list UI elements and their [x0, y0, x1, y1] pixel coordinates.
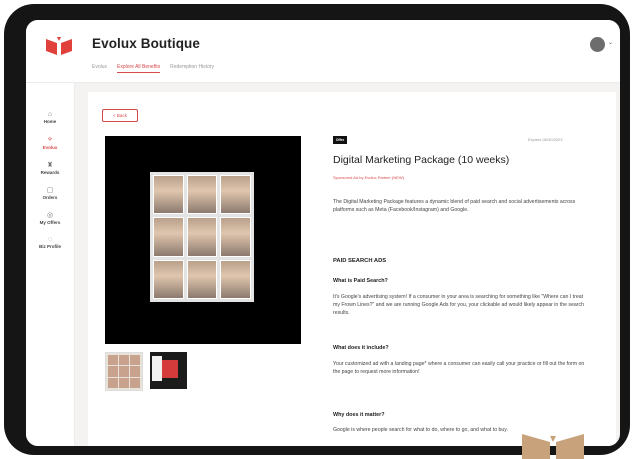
- sidebar-item-biz-profile[interactable]: ◌ Biz Profile: [26, 236, 74, 249]
- sidebar-item-label: Biz Profile: [38, 244, 61, 249]
- sidebar-item-evolux[interactable]: ⟡ Evolux: [26, 136, 74, 150]
- top-bar: Evolux Boutique Evolux Explore All Benef…: [26, 20, 620, 83]
- expiry-date: Expires 06/30/2023: [528, 137, 563, 142]
- question-paid-search: What is Paid Search?: [333, 278, 388, 284]
- answer-include: Your customized ad with a landing page* …: [333, 361, 585, 375]
- avatar[interactable]: [590, 37, 605, 52]
- sponsor-link[interactable]: Sponsored Ad by Evolux Partner (NEW): [333, 175, 404, 180]
- offers-icon: ◎: [46, 212, 54, 219]
- sidebar-item-home[interactable]: ⌂ Home: [26, 111, 74, 124]
- tab-bar: Evolux Explore All Benefits Redemption H…: [92, 64, 214, 73]
- image-thumbnail-1[interactable]: [105, 352, 143, 391]
- chevron-down-icon[interactable]: ⌄: [608, 39, 613, 46]
- offer-title: Digital Marketing Package (10 weeks): [333, 154, 510, 166]
- sidebar-item-label: Rewards: [40, 170, 60, 175]
- image-thumbnail-2[interactable]: [150, 352, 187, 389]
- tab-explore-all-benefits[interactable]: Explore All Benefits: [117, 64, 161, 73]
- tablet-frame: Evolux Boutique Evolux Explore All Benef…: [4, 4, 630, 455]
- offer-description: The Digital Marketing Package features a…: [333, 199, 576, 213]
- sidebar-item-label: Orders: [42, 195, 58, 200]
- profile-icon: ◌: [47, 236, 53, 243]
- offer-tag-badge: Offer: [333, 136, 347, 144]
- sidebar-item-label: My Offers: [39, 220, 61, 225]
- back-button[interactable]: < Back: [102, 109, 138, 122]
- sidebar-item-rewards[interactable]: ♜ Rewards: [26, 161, 74, 175]
- home-icon: ⌂: [47, 111, 53, 118]
- offer-main-image[interactable]: [105, 136, 301, 344]
- photo-grid: [150, 172, 254, 302]
- evolux-icon: ⟡: [47, 136, 53, 143]
- sidebar-item-label: Evolux: [42, 145, 58, 150]
- question-matter: Why does it matter?: [333, 412, 385, 418]
- sidebar-item-my-offers[interactable]: ◎ My Offers: [26, 211, 74, 225]
- brand-title: Evolux Boutique: [92, 36, 201, 51]
- app-screen: Evolux Boutique Evolux Explore All Benef…: [26, 20, 620, 446]
- tab-redemption-history[interactable]: Redemption History: [170, 64, 214, 73]
- question-include: What does it include?: [333, 345, 389, 351]
- answer-paid-search: It's Google's advertising system! If a c…: [333, 294, 584, 316]
- brand-logo-icon: [46, 37, 72, 55]
- section-heading: PAID SEARCH ADS: [333, 258, 387, 264]
- offer-detail-panel: < Back Offer Expires 06/30/2023 Digital …: [88, 92, 616, 446]
- sidebar: ⌂ Home ⟡ Evolux ♜ Rewards ▢ Orders ◎ My …: [26, 83, 75, 446]
- sidebar-item-label: Home: [43, 119, 57, 124]
- rewards-icon: ♜: [46, 162, 54, 169]
- orders-icon: ▢: [46, 187, 54, 194]
- tab-evolux[interactable]: Evolux: [92, 64, 107, 73]
- brand-watermark-icon: [522, 434, 584, 459]
- sidebar-item-orders[interactable]: ▢ Orders: [26, 186, 74, 200]
